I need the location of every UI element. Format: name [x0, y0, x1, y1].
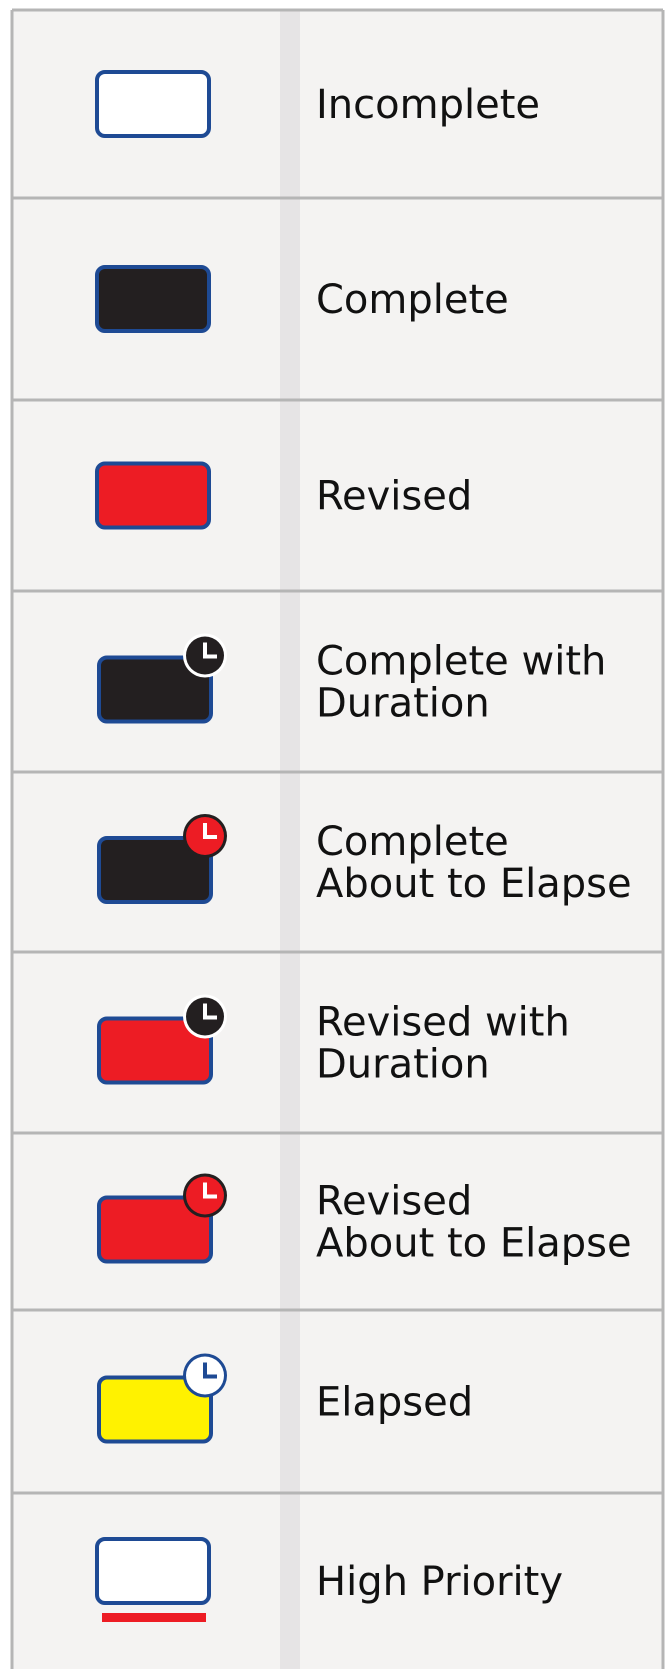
legend-row-elapsed: Elapsed	[12, 1310, 663, 1493]
legend-label-incomplete: Incomplete	[316, 82, 540, 128]
column-divider	[280, 1310, 300, 1493]
legend-label-line: High Priority	[316, 1559, 563, 1605]
legend-label-line: Elapsed	[316, 1380, 473, 1426]
legend-row-incomplete: Incomplete	[12, 10, 663, 198]
column-divider	[280, 10, 300, 198]
legend-row-complete-about-to-elapse: Complete About to Elapse	[12, 772, 663, 952]
legend-label-line: Complete	[316, 277, 509, 323]
legend-label-line: Complete	[316, 819, 509, 865]
status-legend: IncompleteCompleteRevisedComplete with Du…	[10, 8, 665, 1669]
legend-row-revised: Revised	[12, 400, 663, 591]
column-divider	[280, 400, 300, 591]
legend-label-line: Duration	[316, 1042, 490, 1088]
clock-icon-dark	[183, 633, 227, 678]
status-swatch-revised	[95, 461, 211, 530]
legend-label-high-priority: High Priority	[316, 1559, 563, 1605]
clock-icon-red	[183, 1173, 227, 1218]
status-swatch-incomplete	[95, 70, 211, 138]
column-divider	[280, 772, 300, 952]
legend-row-revised-with-duration: Revised with Duration	[12, 952, 663, 1133]
column-divider	[280, 198, 300, 400]
legend-row-high-priority: High Priority	[12, 1493, 663, 1669]
legend-label-line: About to Elapse	[316, 861, 632, 907]
legend-label-line: Incomplete	[316, 82, 540, 128]
priority-bar	[102, 1613, 206, 1622]
clock-icon-red	[183, 814, 227, 858]
clock-icon-white	[183, 1353, 227, 1398]
legend-label-line: About to Elapse	[316, 1221, 632, 1267]
column-divider	[280, 952, 300, 1133]
legend-label-line: Revised with	[316, 1000, 570, 1046]
legend-label-line: Revised	[316, 1179, 472, 1225]
legend-label-line: Duration	[316, 681, 490, 727]
column-divider	[280, 1133, 300, 1310]
status-swatch-high-priority	[95, 1537, 211, 1605]
column-divider	[280, 591, 300, 772]
legend-label-line: Revised	[316, 474, 472, 520]
legend-label-line: Complete with	[316, 639, 606, 685]
legend-row-complete-with-duration: Complete with Duration	[12, 591, 663, 772]
column-divider	[280, 1493, 300, 1669]
legend-label-complete: Complete	[316, 277, 509, 323]
legend-label-revised: Revised	[316, 474, 472, 520]
legend-row-revised-about-to-elapse: Revised About to Elapse	[12, 1133, 663, 1310]
legend-label-elapsed: Elapsed	[316, 1380, 473, 1426]
status-swatch-complete	[95, 265, 211, 333]
clock-icon-dark	[183, 994, 227, 1039]
legend-row-complete: Complete	[12, 198, 663, 400]
